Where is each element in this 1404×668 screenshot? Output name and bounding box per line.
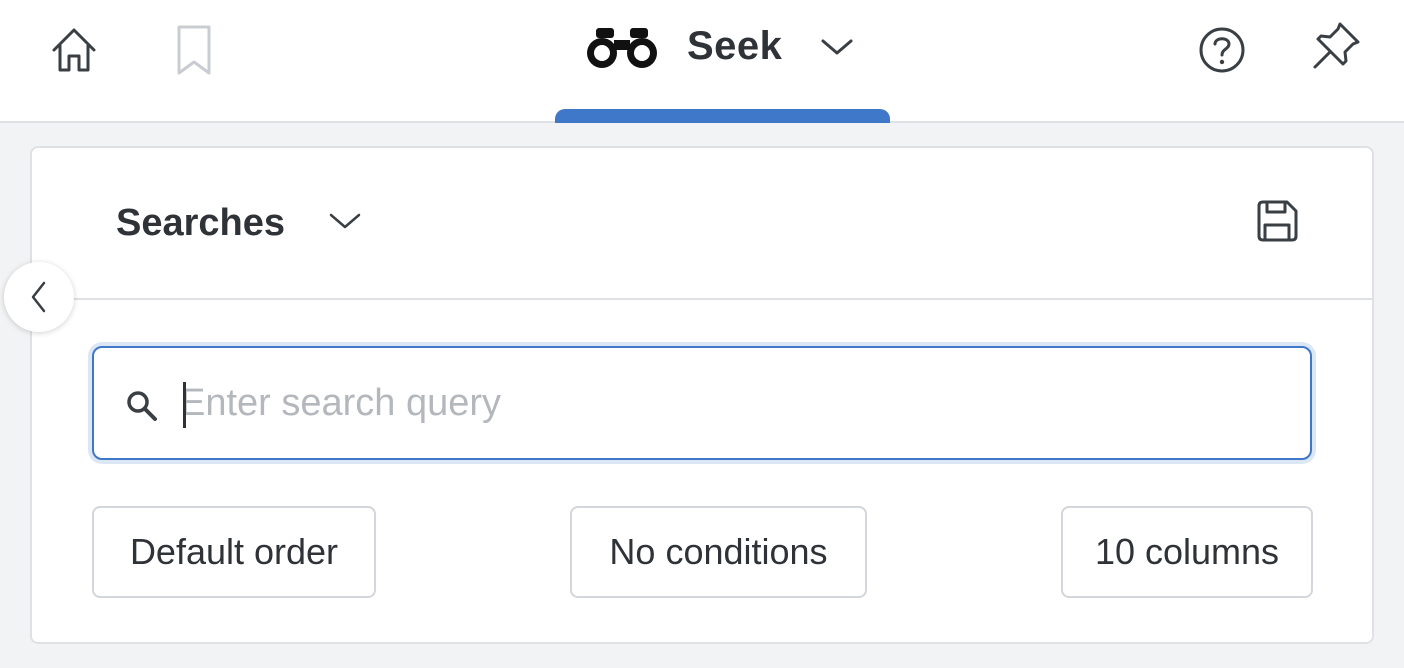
chevron-down-icon — [821, 39, 853, 55]
top-bar: Seek — [0, 0, 1404, 123]
sort-order-button[interactable]: Default order — [92, 506, 376, 598]
conditions-button[interactable]: No conditions — [570, 506, 867, 598]
panel-header: Searches — [32, 148, 1372, 300]
search-icon — [127, 391, 157, 421]
bookmark-icon — [177, 25, 211, 75]
pin-icon — [1313, 22, 1360, 69]
save-button[interactable] — [1254, 198, 1314, 258]
help-button[interactable] — [1192, 20, 1252, 80]
app-switcher[interactable]: Seek — [555, 0, 890, 121]
active-tab-indicator — [555, 109, 890, 123]
columns-button[interactable]: 10 columns — [1061, 506, 1313, 598]
text-caret — [183, 382, 186, 428]
save-icon — [1257, 200, 1298, 242]
pin-button[interactable] — [1306, 16, 1366, 76]
searches-panel: Searches Default order No conditions 10 … — [30, 146, 1374, 644]
searches-dropdown-label[interactable]: Searches — [116, 202, 285, 245]
chevron-left-icon — [31, 281, 46, 313]
home-icon — [52, 28, 96, 72]
help-icon — [1199, 27, 1245, 73]
home-button[interactable] — [44, 20, 104, 80]
app-name: Seek — [687, 24, 783, 68]
bookmark-button[interactable] — [164, 20, 224, 80]
collapse-panel-button[interactable] — [4, 262, 74, 332]
chevron-down-icon[interactable] — [328, 210, 362, 232]
search-box[interactable] — [92, 346, 1312, 460]
search-input[interactable] — [180, 370, 1280, 436]
binoculars-icon — [587, 28, 657, 68]
